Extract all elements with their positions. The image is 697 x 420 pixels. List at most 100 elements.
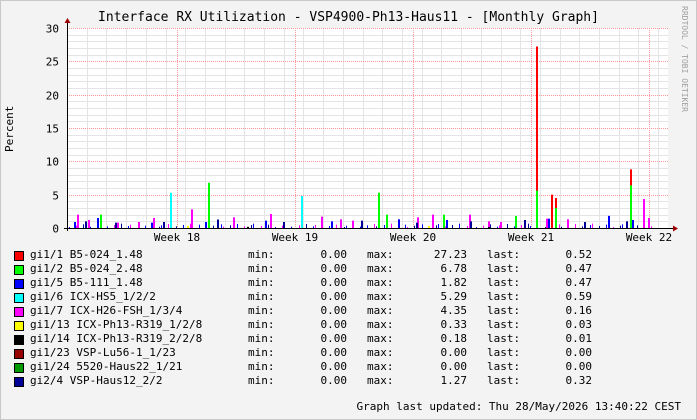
baseline-bar (452, 225, 453, 228)
legend-last-label: last: (487, 360, 521, 373)
baseline-bar (76, 225, 77, 228)
baseline-bar (130, 224, 131, 228)
legend-last-label: last: (487, 374, 521, 387)
legend-row: gi1/23 VSP-Lu56-1_1/23 min: 0.00 max: 0.00 la… (14, 346, 684, 360)
legend-swatch (14, 293, 24, 303)
legend-last-value: 0.00 (565, 346, 593, 359)
legend-swatch (14, 349, 24, 359)
legend-last-label: last: (487, 318, 521, 331)
baseline-bar (190, 223, 191, 228)
baseline-bar (360, 226, 361, 228)
y-tick-label: 20 (46, 90, 59, 103)
data-bar (85, 221, 87, 228)
legend-min-label: min: (248, 318, 275, 331)
baseline-bar (582, 226, 583, 228)
data-bar (205, 222, 207, 228)
legend-series-name: gi1/23 VSP-Lu56-1_1/23 (30, 346, 176, 359)
legend-max-label: max: (367, 318, 394, 331)
legend-min-label: min: (248, 346, 275, 359)
baseline-bar (90, 226, 91, 228)
legend-last-label: last: (487, 304, 521, 317)
baseline-bar (507, 224, 508, 228)
legend-last-label: last: (487, 248, 521, 261)
legend-max-label: max: (367, 248, 394, 261)
legend-last-value: 0.59 (565, 290, 593, 303)
data-bar (138, 222, 140, 228)
legend-max-label: max: (367, 360, 394, 373)
x-tick-label: Week 20 (390, 231, 436, 244)
legend-row: gi1/24 5520-Haus22_1/21 min: 0.00 max: 0.00 l… (14, 360, 684, 374)
legend-swatch (14, 251, 24, 261)
x-tick-labels: Week 18 Week 19 Week 20 Week 21 Week 22 (154, 231, 672, 244)
data-bar (551, 194, 553, 228)
baseline-bar (145, 225, 146, 228)
y-tick-label: 25 (46, 56, 59, 69)
baseline-bar (221, 224, 222, 228)
baseline-bar (346, 225, 347, 228)
baseline-bar (374, 224, 375, 228)
data-bar (608, 215, 610, 228)
baseline-bar (107, 226, 108, 228)
data-bar (191, 209, 193, 228)
legend-min-value: 0.00 (320, 248, 348, 261)
data-bar (340, 219, 342, 228)
baseline-bar (530, 226, 531, 228)
legend-max-value: 27.23 (433, 248, 467, 261)
legend-max-value: 4.35 (440, 304, 468, 317)
legend-last-value: 0.16 (565, 304, 593, 317)
y-tick-label: 0 (52, 223, 59, 236)
legend-max-value: 0.00 (440, 360, 468, 373)
baseline-bar (329, 226, 330, 228)
legend-series-name: gi1/7 ICX-H26-FSH_1/3/4 (30, 304, 183, 317)
legend-last-label: last: (487, 262, 521, 275)
baseline-bar (459, 223, 460, 228)
legend-min-label: min: (248, 276, 275, 289)
legend-series-name: gi1/24 5520-Haus22_1/21 (30, 360, 183, 373)
data-bar (352, 220, 354, 228)
baseline-bar (521, 225, 522, 228)
data-bar (233, 217, 235, 228)
last-updated-text: Graph last updated: Thu 28/May/2026 13:4… (356, 400, 681, 413)
legend-max-label: max: (367, 346, 394, 359)
legend-series-name: gi1/1 B5-024_1.48 (30, 248, 143, 261)
legend-last-label: last: (487, 290, 521, 303)
legend-row: gi1/13 ICX-Ph13-R319_1/2/8 min: 0.00 max: 0.… (14, 318, 684, 332)
legend-min-value: 0.00 (320, 360, 348, 373)
baseline-bar (230, 225, 231, 228)
legend-swatch (14, 265, 24, 275)
data-bar (247, 226, 249, 228)
baseline-bar (499, 225, 500, 228)
baseline-bar (376, 226, 377, 228)
baseline-bar (575, 224, 576, 228)
baseline-bar (282, 225, 283, 228)
baseline-bar (237, 224, 238, 228)
legend-min-value: 0.00 (320, 332, 348, 345)
data-bar (100, 214, 102, 228)
baseline-bar (590, 225, 591, 228)
baseline-bar (268, 224, 269, 228)
legend-max-value: 6.78 (440, 262, 468, 275)
baseline-bar (223, 226, 224, 228)
legend-last-label: last: (487, 332, 521, 345)
baseline-bar (315, 225, 316, 228)
legend-row: gi1/5 B5-111_1.48 min: 0.00 max: 1.82 last: 0.… (14, 276, 684, 290)
legend-series-name: gi1/2 B5-024_2.48 (30, 262, 143, 275)
legend-last-value: 0.01 (565, 332, 593, 345)
data-bar (153, 218, 155, 228)
legend-min-value: 0.00 (320, 276, 348, 289)
baseline-bar (436, 225, 437, 228)
legend-max-label: max: (367, 332, 394, 345)
baseline-bar (637, 225, 638, 228)
legend-min-value: 0.00 (320, 318, 348, 331)
data-bar (163, 222, 165, 228)
legend-last-label: last: (487, 346, 521, 359)
baseline-bar (483, 225, 484, 228)
data-bar (446, 220, 448, 228)
x-tick-label: Week 18 (154, 231, 200, 244)
data-bar (117, 222, 119, 228)
legend-swatch (14, 377, 24, 387)
baseline-bar (476, 227, 477, 228)
data-bar (548, 218, 550, 228)
legend-min-label: min: (248, 360, 275, 373)
data-bar (630, 185, 632, 228)
